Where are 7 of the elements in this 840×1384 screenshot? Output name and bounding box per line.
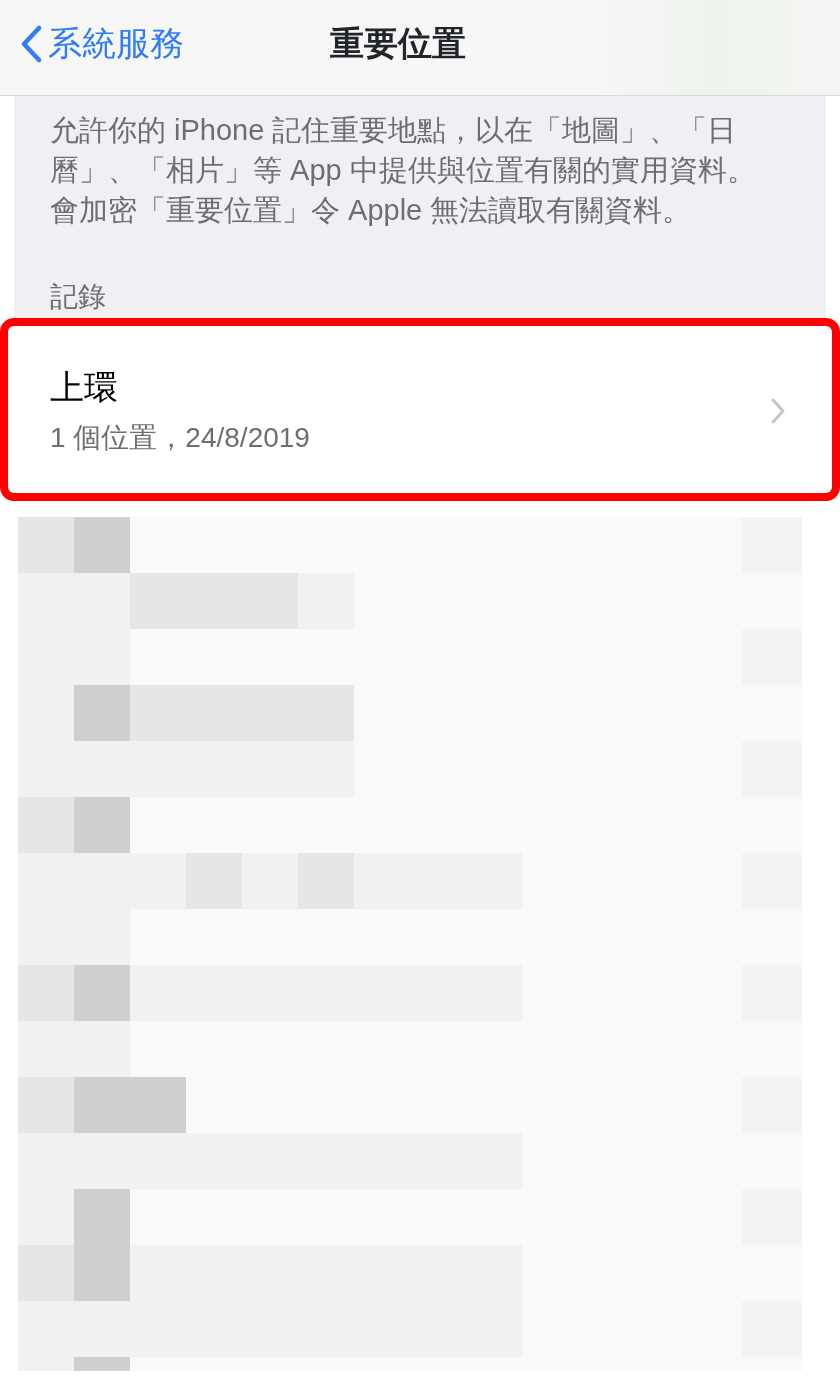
- chevron-icon: [770, 396, 786, 425]
- record-title: 上環: [50, 367, 119, 408]
- screen-title: 重要位置: [330, 23, 466, 64]
- back-chevron-icon: [20, 24, 42, 63]
- back-button[interactable]: 系統服務: [20, 18, 184, 69]
- description-text: 允許你的 iPhone 記住重要地點，以在「地圖」、「日曆」、「相片」等 App 中提供與位置有關的實用資料。會加密「重要位置」令 Apple 無法讀取有關資料。: [14, 96, 826, 230]
- record-subtitle: 1 個位置，24/8/2019: [50, 421, 311, 455]
